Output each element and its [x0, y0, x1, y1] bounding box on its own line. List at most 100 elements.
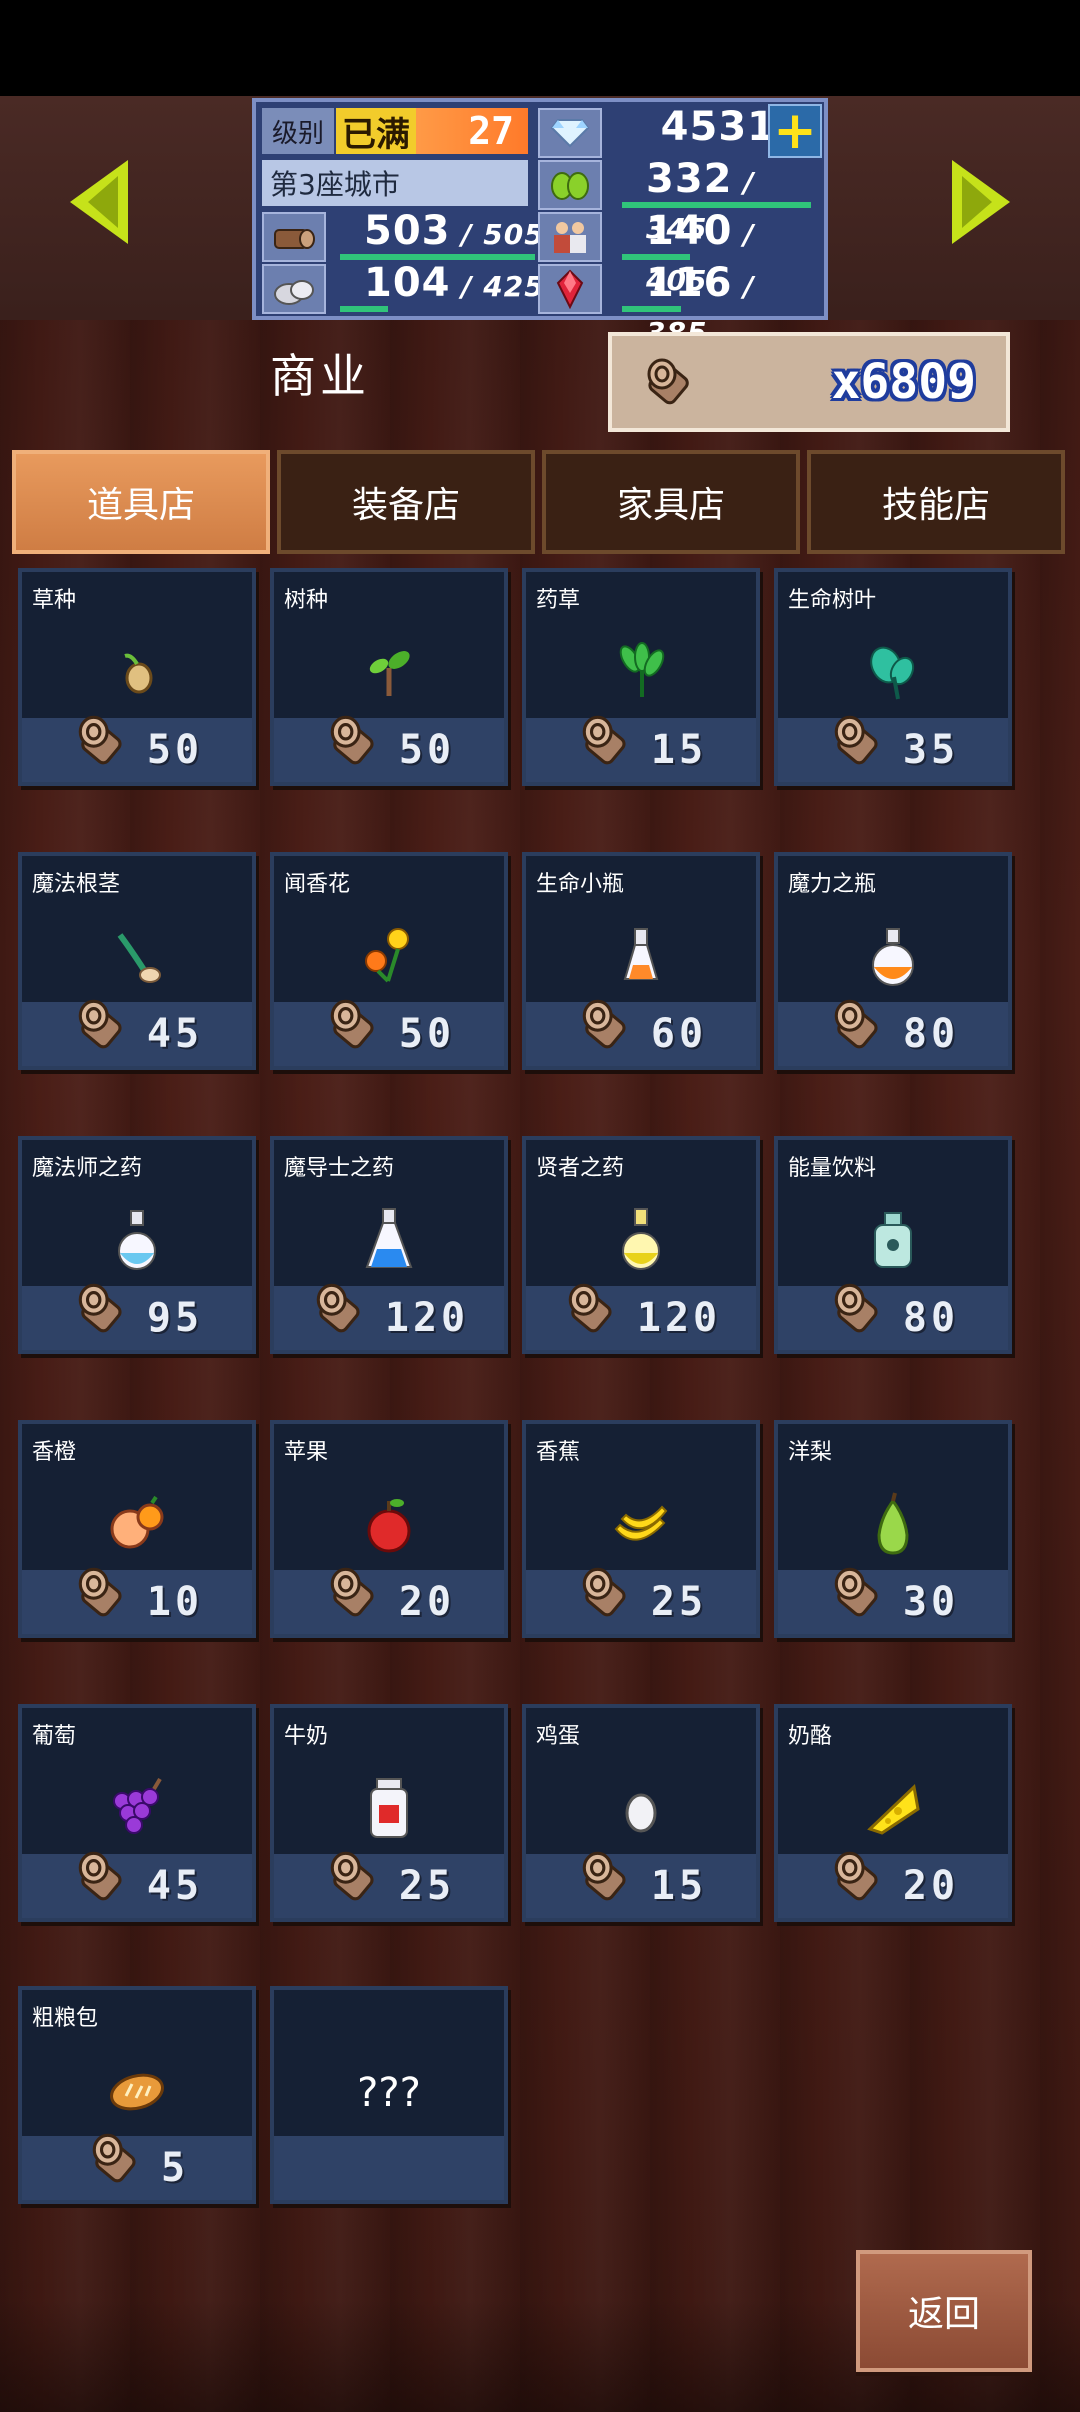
shop-item[interactable]: 生命小瓶 60 [522, 852, 760, 1070]
small-potion-icon [599, 914, 683, 998]
shop-item[interactable]: 牛奶 25 [270, 1704, 508, 1922]
food-current: 332 [646, 156, 733, 202]
tab-item-shop[interactable]: 道具店 [12, 450, 270, 554]
item-price-bar: 45 [22, 999, 252, 1066]
shop-item[interactable]: 魔法根茎 45 [18, 852, 256, 1070]
item-price: 25 [398, 1863, 456, 1909]
shop-item[interactable]: 魔导士之药 120 [270, 1136, 508, 1354]
item-price: 80 [902, 1295, 960, 1341]
item-name: 贤者之药 [536, 1156, 625, 1181]
item-price: 15 [650, 1863, 708, 1909]
item-price: 20 [398, 1579, 456, 1625]
level-status: 已满 [336, 108, 416, 155]
wood-log-icon [582, 999, 626, 1049]
mana-potion-icon [851, 914, 935, 998]
currency-amount: x6809 [831, 354, 977, 410]
life-leaf-icon [851, 630, 935, 714]
item-price-bar: 120 [526, 1283, 756, 1350]
back-button[interactable]: 返回 [856, 2250, 1032, 2372]
tab-skill-shop[interactable]: 技能店 [807, 450, 1065, 554]
shop-item[interactable]: 树种 50 [270, 568, 508, 786]
shop-item[interactable]: 草种 50 [18, 568, 256, 786]
shop-item[interactable]: 魔法师之药 95 [18, 1136, 256, 1354]
item-price-bar: 45 [22, 1851, 252, 1918]
item-price: 80 [902, 1011, 960, 1057]
item-name: 奶酪 [788, 1724, 833, 1749]
energy-drink-icon [851, 1198, 935, 1282]
wood-log-icon [92, 2133, 136, 2183]
orange-icon [95, 1482, 179, 1566]
shop-item[interactable]: 药草 15 [522, 568, 760, 786]
crystal-current: 116 [646, 260, 733, 306]
currency-box: x6809 [608, 332, 1010, 432]
wood-log-icon [568, 1283, 612, 1333]
item-name: 魔法师之药 [32, 1156, 143, 1181]
diamond-icon [538, 108, 602, 158]
item-price-bar: 120 [274, 1283, 504, 1350]
wood-log-icon [834, 1567, 878, 1617]
crystal-bar [622, 306, 681, 312]
wood-log-icon [647, 358, 689, 405]
wood-log-icon [330, 999, 374, 1049]
shop-item[interactable]: 贤者之药 120 [522, 1136, 760, 1354]
herb-icon [599, 630, 683, 714]
item-price: 120 [384, 1295, 470, 1341]
tab-furniture-shop[interactable]: 家具店 [542, 450, 800, 554]
item-price: 50 [146, 727, 204, 773]
item-price-bar: 50 [274, 999, 504, 1066]
workers-icon [538, 212, 602, 262]
plus-icon[interactable]: + [768, 104, 822, 158]
wood-log-icon [330, 1567, 374, 1617]
wood-log-icon [78, 999, 122, 1049]
shop-item[interactable]: 洋梨 30 [774, 1420, 1012, 1638]
shop-item[interactable]: 香橙 10 [18, 1420, 256, 1638]
item-price-bar: 10 [22, 1567, 252, 1634]
item-price: 45 [146, 1863, 204, 1909]
status-bar [0, 0, 1080, 96]
item-price-bar: 80 [778, 1283, 1008, 1350]
shop-tabs: 道具店 装备店 家具店 技能店 [12, 450, 1072, 554]
item-price-bar: 20 [778, 1851, 1008, 1918]
item-name: 生命树叶 [788, 588, 877, 613]
item-price-bar: 50 [22, 715, 252, 782]
item-name: 洋梨 [788, 1440, 833, 1465]
wood-log-icon [582, 1567, 626, 1617]
item-name: 苹果 [284, 1440, 329, 1465]
item-price: 10 [146, 1579, 204, 1625]
stone-bar [340, 306, 388, 312]
next-city-arrow-icon[interactable] [952, 160, 1010, 244]
shop-item[interactable]: 魔力之瓶 80 [774, 852, 1012, 1070]
wood-log-icon [582, 715, 626, 765]
wood-log-icon [834, 1851, 878, 1901]
shop-item[interactable]: 生命树叶 35 [774, 568, 1012, 786]
milk-icon [347, 1766, 431, 1850]
prev-city-arrow-icon[interactable] [70, 160, 128, 244]
shop-item[interactable]: 葡萄 45 [18, 1704, 256, 1922]
stone-current: 104 [364, 260, 451, 306]
shop-item[interactable]: 苹果 20 [270, 1420, 508, 1638]
tab-equipment-shop[interactable]: 装备店 [277, 450, 535, 554]
item-price: 50 [398, 727, 456, 773]
shop-item[interactable]: 鸡蛋 15 [522, 1704, 760, 1922]
shop-item[interactable]: 能量饮料 80 [774, 1136, 1012, 1354]
item-price-bar: 30 [778, 1567, 1008, 1634]
shop-item[interactable]: 闻香花 50 [270, 852, 508, 1070]
wood-log-icon [78, 715, 122, 765]
item-price-bar: 25 [274, 1851, 504, 1918]
item-price: 5 [160, 2145, 190, 2191]
stone-icon [262, 264, 326, 314]
egg-icon [599, 1766, 683, 1850]
item-name: 闻香花 [284, 872, 351, 897]
wood-log-icon [834, 715, 878, 765]
shop-item[interactable]: 奶酪 20 [774, 1704, 1012, 1922]
shop-item[interactable]: 粗粮包 5 [18, 1986, 256, 2204]
apple-icon [347, 1482, 431, 1566]
city-stats-panel: 级别 已满 27 第3座城市 4531 + 332 / 345 503 / 50… [252, 98, 828, 349]
stone-value: 104 / 425 [364, 260, 545, 306]
wood-value: 503 / 505 [364, 208, 545, 254]
item-name: 能量饮料 [788, 1156, 877, 1181]
locked-item[interactable]: ??? [270, 1986, 508, 2204]
shop-item[interactable]: 香蕉 25 [522, 1420, 760, 1638]
wood-log-icon [78, 1851, 122, 1901]
item-name: 药草 [536, 588, 581, 613]
